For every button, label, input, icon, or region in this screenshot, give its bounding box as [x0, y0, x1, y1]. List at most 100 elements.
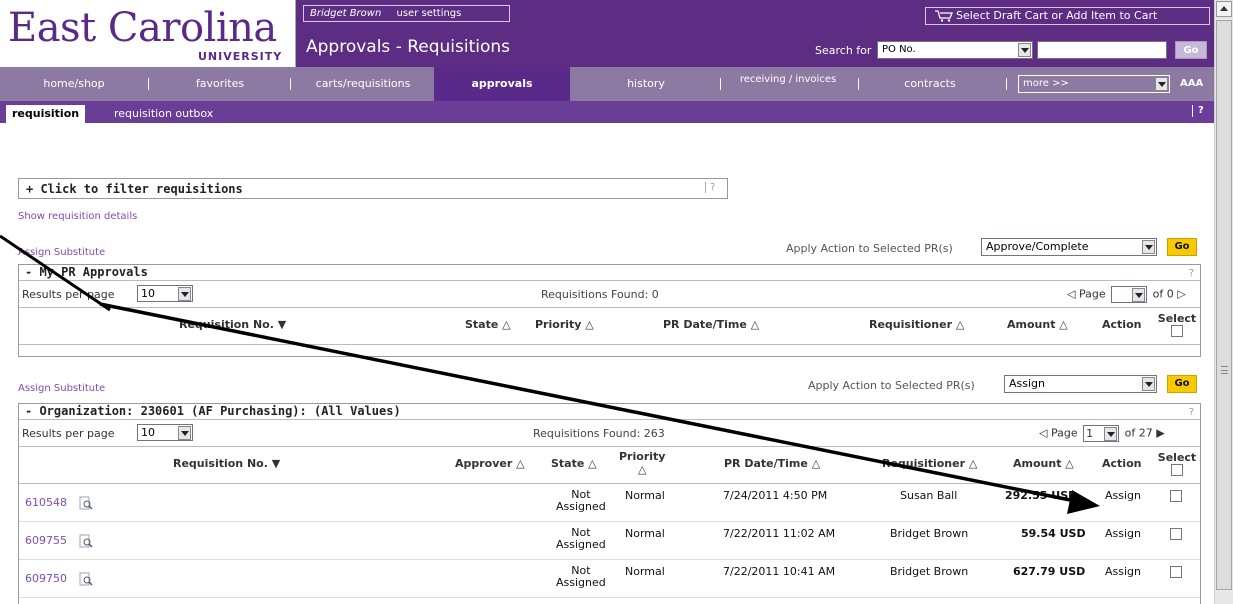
nav-more-label: more >>	[1023, 78, 1069, 89]
table-header: Requisition No. ▼ State △ Priority △ PR …	[19, 308, 1200, 345]
help-icon[interactable]: ?	[1189, 405, 1194, 420]
main-nav: home/shop favorites carts/requisitions a…	[0, 67, 1214, 101]
scroll-up-arrow-icon[interactable]	[1216, 1, 1232, 17]
requisitioner-cell: Susan Ball	[900, 489, 958, 502]
nav-divider	[720, 78, 721, 90]
apply-action-label: Apply Action to Selected PR(s)	[808, 379, 975, 392]
filter-requisitions-bar[interactable]: + Click to filter requisitions ?	[18, 178, 728, 199]
filter-label: + Click to filter requisitions	[26, 182, 243, 196]
scroll-thumb[interactable]	[1216, 20, 1232, 590]
page-select[interactable]: 1	[1083, 425, 1120, 442]
help-icon[interactable]: ?	[1189, 266, 1194, 281]
prev-page-icon[interactable]: ◁	[1039, 427, 1047, 440]
results-per-page-select[interactable]: 10	[137, 424, 193, 441]
help-icon[interactable]: ?	[1192, 105, 1204, 117]
select-all-checkbox[interactable]	[1171, 325, 1183, 337]
amount-cell: 292.55 USD	[1005, 489, 1078, 502]
user-name: Bridget Brown	[310, 8, 382, 19]
panel-title[interactable]: - My PR Approvals ?	[19, 265, 1200, 281]
filter-help-icon[interactable]: ?	[705, 182, 715, 193]
scroll-grip-icon	[1221, 366, 1228, 374]
col-requisition-no[interactable]: Requisition No. ▼	[179, 318, 286, 331]
view-document-icon[interactable]	[79, 572, 93, 586]
requisition-number-link[interactable]: 609755	[25, 534, 67, 547]
col-select: Select	[1154, 451, 1200, 479]
search-type-select[interactable]: PO No.	[877, 41, 1033, 59]
col-amount[interactable]: Amount △	[1007, 318, 1068, 331]
nav-more-select[interactable]: more >>	[1018, 75, 1170, 93]
nav-receiving-invoices[interactable]: receiving / invoices	[722, 67, 854, 101]
nav-favorites[interactable]: favorites	[150, 67, 290, 101]
col-action: Action	[1102, 457, 1142, 470]
search-go-button[interactable]: Go	[1175, 41, 1207, 59]
row-select-checkbox[interactable]	[1170, 490, 1182, 502]
row-select-checkbox[interactable]	[1170, 566, 1182, 578]
cart-selector[interactable]: Select Draft Cart or Add Item to Cart	[925, 7, 1210, 25]
col-state[interactable]: State △	[465, 318, 511, 331]
user-settings-link[interactable]: user settings	[397, 8, 462, 19]
view-document-icon[interactable]	[79, 496, 93, 510]
col-label: Requisition No.	[173, 457, 268, 470]
next-page-icon[interactable]: ▷	[1177, 288, 1185, 301]
requisitioner-cell: Bridget Brown	[890, 527, 969, 540]
view-document-icon[interactable]	[79, 534, 93, 548]
col-priority[interactable]: Priority △	[619, 450, 665, 476]
chevron-down-icon	[1142, 377, 1155, 391]
vertical-scrollbar[interactable]	[1214, 0, 1233, 604]
col-requisitioner[interactable]: Requisitioner △	[869, 318, 964, 331]
requisitions-found: Requisitions Found: 263	[533, 427, 665, 440]
assign-action-link[interactable]: Assign	[1105, 527, 1141, 540]
nav-divider	[858, 78, 859, 90]
select-cell	[1170, 566, 1182, 581]
results-per-page-select[interactable]: 10	[137, 285, 193, 302]
university-logo[interactable]: East Carolina UNIVERSITY	[0, 0, 296, 67]
select-all-checkbox[interactable]	[1171, 464, 1183, 476]
search-label: Search for	[815, 44, 872, 57]
apply-action-select[interactable]: Assign	[1004, 375, 1157, 393]
assign-substitute-link[interactable]: Assign Substitute	[18, 247, 105, 258]
nav-home-shop[interactable]: home/shop	[0, 67, 148, 101]
nav-carts-requisitions[interactable]: carts/requisitions	[292, 67, 434, 101]
col-approver[interactable]: Approver △	[455, 457, 525, 470]
search-type-value: PO No.	[882, 44, 916, 55]
panel-title[interactable]: - Organization: 230601 (AF Purchasing): …	[19, 404, 1200, 420]
col-requisitioner[interactable]: Requisitioner △	[882, 457, 977, 470]
col-pr-date-time[interactable]: PR Date/Time △	[663, 318, 759, 331]
chevron-down-icon	[178, 287, 191, 301]
row-select-checkbox[interactable]	[1170, 528, 1182, 540]
col-label: PR Date/Time	[724, 457, 808, 470]
nav-divider	[290, 78, 291, 90]
text-size-control[interactable]: AAA	[1180, 78, 1203, 89]
apply-go-button[interactable]: Go	[1167, 238, 1197, 256]
assign-action-link[interactable]: Assign	[1105, 565, 1141, 578]
nav-history[interactable]: history	[572, 67, 720, 101]
amount-cell: 627.79 USD	[1013, 565, 1086, 578]
show-requisition-details-link[interactable]: Show requisition details	[18, 211, 137, 222]
requisition-cell: 609750	[25, 572, 93, 586]
pager-row: Results per page 10 Requisitions Found: …	[19, 281, 1200, 308]
priority-cell: Normal	[625, 565, 665, 578]
apply-action-select[interactable]: Approve/Complete	[981, 238, 1157, 256]
next-page-icon[interactable]: ▶	[1156, 427, 1164, 440]
col-amount[interactable]: Amount △	[1013, 457, 1074, 470]
requisition-number-link[interactable]: 610548	[25, 496, 67, 509]
col-state[interactable]: State △	[551, 457, 597, 470]
col-requisition-no[interactable]: Requisition No. ▼	[173, 457, 280, 470]
requisition-number-link[interactable]: 609750	[25, 572, 67, 585]
page-count: of 27	[1124, 426, 1153, 440]
col-priority[interactable]: Priority △	[535, 318, 594, 331]
apply-go-button[interactable]: Go	[1167, 375, 1197, 393]
nav-approvals[interactable]: approvals	[434, 67, 570, 101]
col-label: Priority	[619, 450, 666, 463]
state-cell: Not Assigned	[556, 488, 606, 513]
col-pr-date-time[interactable]: PR Date/Time △	[724, 457, 820, 470]
page-select[interactable]	[1111, 286, 1148, 303]
nav-contracts[interactable]: contracts	[860, 67, 1000, 101]
search-input[interactable]	[1037, 41, 1167, 59]
table-row: 609755 Not Assigned Normal 7/22/2011 11:0…	[19, 522, 1200, 560]
prev-page-icon[interactable]: ◁	[1067, 288, 1075, 301]
tab-requisition-outbox[interactable]: requisition outbox	[108, 105, 219, 123]
assign-action-link[interactable]: Assign	[1105, 489, 1141, 502]
assign-substitute-link[interactable]: Assign Substitute	[18, 383, 105, 394]
tab-requisition[interactable]: requisition	[6, 105, 86, 123]
